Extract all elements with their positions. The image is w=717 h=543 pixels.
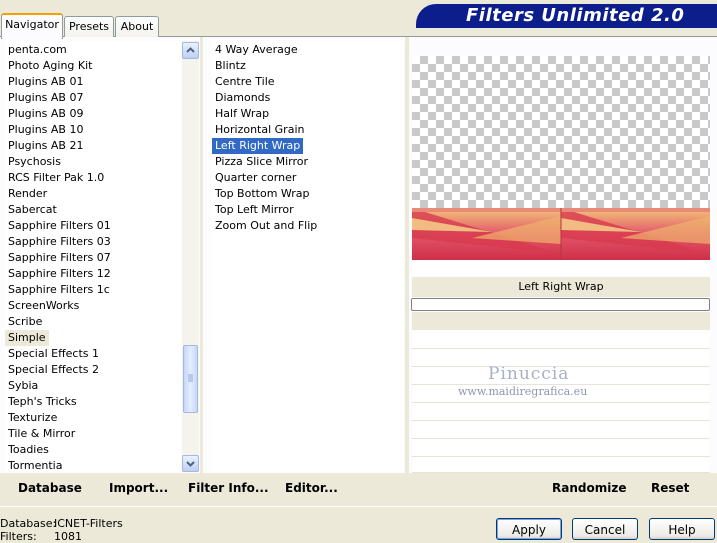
- chevron-up-icon: [186, 47, 195, 53]
- category-item[interactable]: penta.com: [5, 42, 70, 58]
- category-item[interactable]: Plugins AB 07: [5, 90, 86, 106]
- category-list[interactable]: penta.com Photo Aging Kit Plugins AB 01 Plu…: [5, 41, 181, 472]
- filter-item[interactable]: Quarter corner: [212, 170, 299, 186]
- category-item[interactable]: Texturize: [5, 410, 60, 426]
- database-status-label: Database:: [0, 517, 57, 530]
- filters-count-label: Filters:: [0, 530, 37, 543]
- category-item[interactable]: Tormentia: [5, 458, 65, 474]
- filters-count-value: 1081: [54, 530, 82, 543]
- param-slot: [412, 439, 710, 457]
- filter-item[interactable]: Zoom Out and Flip: [212, 218, 320, 234]
- category-item[interactable]: Sapphire Filters 01: [5, 218, 114, 234]
- category-item[interactable]: Sapphire Filters 07: [5, 250, 114, 266]
- watermark-url: www.maidiregrafica.eu: [458, 385, 588, 398]
- database-status-value: ICNET-Filters: [54, 517, 123, 530]
- reset-button[interactable]: Reset: [651, 481, 689, 495]
- category-item[interactable]: Sybia: [5, 378, 41, 394]
- category-item[interactable]: Photo Aging Kit: [5, 58, 95, 74]
- category-item[interactable]: Simple: [5, 330, 49, 346]
- apply-button[interactable]: Apply: [496, 518, 562, 540]
- cancel-button[interactable]: Cancel: [572, 518, 638, 540]
- filter-item[interactable]: Top Left Mirror: [212, 202, 297, 218]
- category-scrollbar[interactable]: [182, 41, 199, 472]
- preview-image: [412, 208, 710, 260]
- filter-item[interactable]: 4 Way Average: [212, 42, 301, 58]
- category-item[interactable]: Psychosis: [5, 154, 64, 170]
- param-slot: [412, 457, 710, 473]
- category-item[interactable]: Plugins AB 01: [5, 74, 86, 90]
- filter-item[interactable]: Half Wrap: [212, 106, 272, 122]
- param-slot: [412, 331, 710, 349]
- tab-about[interactable]: About: [115, 16, 159, 37]
- filter-item[interactable]: Left Right Wrap: [212, 138, 304, 154]
- category-item[interactable]: RCS Filter Pak 1.0: [5, 170, 107, 186]
- filter-item[interactable]: Pizza Slice Mirror: [212, 154, 311, 170]
- preview-bottom-area: [412, 260, 710, 276]
- tab-navigator[interactable]: Navigator: [1, 13, 63, 39]
- category-item[interactable]: Render: [5, 186, 50, 202]
- editor-button[interactable]: Editor...: [285, 481, 338, 495]
- filter-item[interactable]: Top Bottom Wrap: [212, 186, 313, 202]
- scroll-thumb[interactable]: [183, 345, 198, 413]
- randomize-button[interactable]: Randomize: [552, 481, 626, 495]
- watermark-title: Pinuccia: [488, 364, 570, 384]
- filter-info-button[interactable]: Filter Info...: [188, 481, 269, 495]
- category-item[interactable]: Teph's Tricks: [5, 394, 80, 410]
- scroll-up-button[interactable]: [182, 42, 199, 59]
- preview-transparent-area: [412, 56, 710, 208]
- category-item[interactable]: Plugins AB 21: [5, 138, 86, 154]
- category-item[interactable]: ScreenWorks: [5, 298, 82, 314]
- category-item[interactable]: Toadies: [5, 442, 52, 458]
- database-button[interactable]: Database: [18, 481, 82, 495]
- import-button[interactable]: Import...: [109, 481, 168, 495]
- param-slot: [412, 421, 710, 439]
- category-item[interactable]: Sapphire Filters 1c: [5, 282, 113, 298]
- filter-item[interactable]: Blintz: [212, 58, 249, 74]
- param-slot: [412, 403, 710, 421]
- filter-item[interactable]: Centre Tile: [212, 74, 278, 90]
- category-item[interactable]: Sabercat: [5, 202, 60, 218]
- column-divider: [200, 37, 203, 473]
- filter-item[interactable]: Horizontal Grain: [212, 122, 307, 138]
- progress-bar: [411, 298, 710, 311]
- filter-item[interactable]: Diamonds: [212, 90, 273, 106]
- category-item[interactable]: Scribe: [5, 314, 45, 330]
- app-title: Filters Unlimited 2.0: [466, 5, 685, 26]
- category-item[interactable]: Plugins AB 10: [5, 122, 86, 138]
- category-item[interactable]: Special Effects 1: [5, 346, 102, 362]
- category-item[interactable]: Sapphire Filters 03: [5, 234, 114, 250]
- chevron-down-icon: [186, 461, 195, 467]
- column-divider: [405, 37, 409, 473]
- category-item[interactable]: Special Effects 2: [5, 362, 102, 378]
- scroll-down-button[interactable]: [182, 455, 199, 472]
- filter-list[interactable]: 4 Way Average Blintz Centre Tile Diamonds Ha…: [212, 41, 404, 472]
- category-item[interactable]: Tile & Mirror: [5, 426, 78, 442]
- tab-presets[interactable]: Presets: [64, 16, 114, 37]
- category-item[interactable]: Plugins AB 09: [5, 106, 86, 122]
- grip-icon: [188, 374, 193, 382]
- help-button[interactable]: Help: [649, 518, 715, 540]
- preview-filter-name: Left Right Wrap: [412, 277, 710, 297]
- param-header: [412, 312, 710, 330]
- category-item[interactable]: Sapphire Filters 12: [5, 266, 114, 282]
